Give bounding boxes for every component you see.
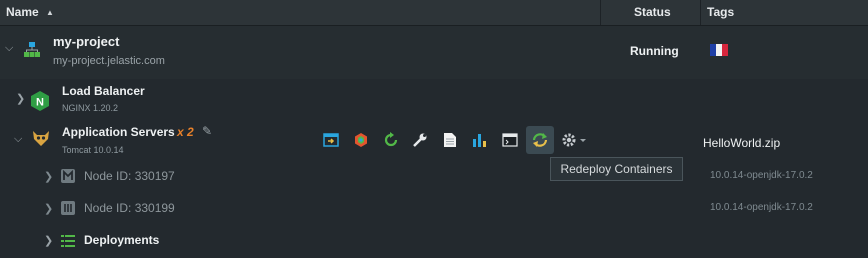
chevron-down-icon[interactable]: ⌵ [14, 133, 22, 146]
status-running-text: Running [630, 44, 679, 58]
table-header: Name ▲ Status Tags [0, 0, 868, 26]
deployments-label[interactable]: Deployments [84, 233, 159, 247]
chevron-right-icon[interactable]: ❯ [44, 234, 53, 247]
open-in-browser-icon[interactable] [317, 126, 345, 154]
column-divider [600, 0, 601, 25]
add-ons-icon[interactable] [347, 126, 375, 154]
environment-topology-icon [23, 41, 41, 64]
pencil-icon[interactable]: ✎ [202, 124, 212, 138]
chevron-right-icon[interactable]: ❯ [16, 92, 25, 105]
flag-icon [710, 44, 728, 56]
web-ssh-icon[interactable] [496, 126, 524, 154]
deployments-row[interactable]: ❯ Deployments [0, 226, 868, 258]
restart-icon[interactable] [377, 126, 405, 154]
flag-stripe-red [722, 44, 728, 56]
node-group-row-application-servers[interactable]: ⌵ Application Servers x 2 ✎ Tomcat 10.0.… [0, 124, 868, 156]
environment-name[interactable]: my-project [53, 34, 119, 49]
node-row[interactable]: ❯ Node ID: 330199 10.0.14-openjdk-17.0.2 [0, 194, 868, 226]
node-group-version: Tomcat 10.0.14 [62, 145, 124, 155]
node-row[interactable]: ❯ Node ID: 330197 10.0.14-openjdk-17.0.2 [0, 162, 868, 194]
master-node-icon [61, 169, 75, 188]
column-header-name[interactable]: Name [6, 0, 39, 25]
config-file-icon[interactable] [436, 126, 464, 154]
node-id[interactable]: Node ID: 330197 [84, 169, 175, 183]
redeploy-containers-icon[interactable] [526, 126, 554, 154]
list-icon [61, 234, 75, 252]
wrench-icon[interactable] [406, 126, 434, 154]
statistics-icon[interactable] [466, 126, 494, 154]
node-tag: 10.0.14-openjdk-17.0.2 [710, 170, 813, 181]
chevron-down-icon[interactable]: ⌵ [5, 42, 13, 55]
chevron-right-icon[interactable]: ❯ [44, 170, 53, 183]
column-header-status[interactable]: Status [634, 0, 671, 25]
node-tag: 10.0.14-openjdk-17.0.2 [710, 202, 813, 213]
settings-dropdown-icon[interactable] [557, 126, 591, 154]
column-header-tags[interactable]: Tags [707, 0, 734, 25]
environment-domain-link[interactable]: my-project.jelastic.com [53, 55, 165, 67]
sort-ascending-icon[interactable]: ▲ [46, 0, 54, 25]
column-divider [700, 0, 701, 25]
svg-text:N: N [36, 97, 44, 109]
chevron-right-icon[interactable]: ❯ [44, 202, 53, 215]
node-count: x 2 [177, 125, 194, 139]
node-group-name[interactable]: Application Servers [62, 125, 175, 139]
node-id[interactable]: Node ID: 330199 [84, 201, 175, 215]
environment-row[interactable]: ⌵ my-project my-project.jelastic.com Run… [0, 26, 868, 79]
node-group-version: NGINX 1.20.2 [62, 103, 119, 113]
nginx-icon: N [31, 91, 49, 116]
node-group-row-load-balancer[interactable]: ❯ N Load Balancer NGINX 1.20.2 [0, 84, 868, 116]
deployed-app-tag: HelloWorld.zip [703, 136, 781, 150]
node-group-name[interactable]: Load Balancer [62, 84, 145, 98]
worker-node-icon [61, 201, 75, 220]
tomcat-icon [31, 128, 51, 153]
